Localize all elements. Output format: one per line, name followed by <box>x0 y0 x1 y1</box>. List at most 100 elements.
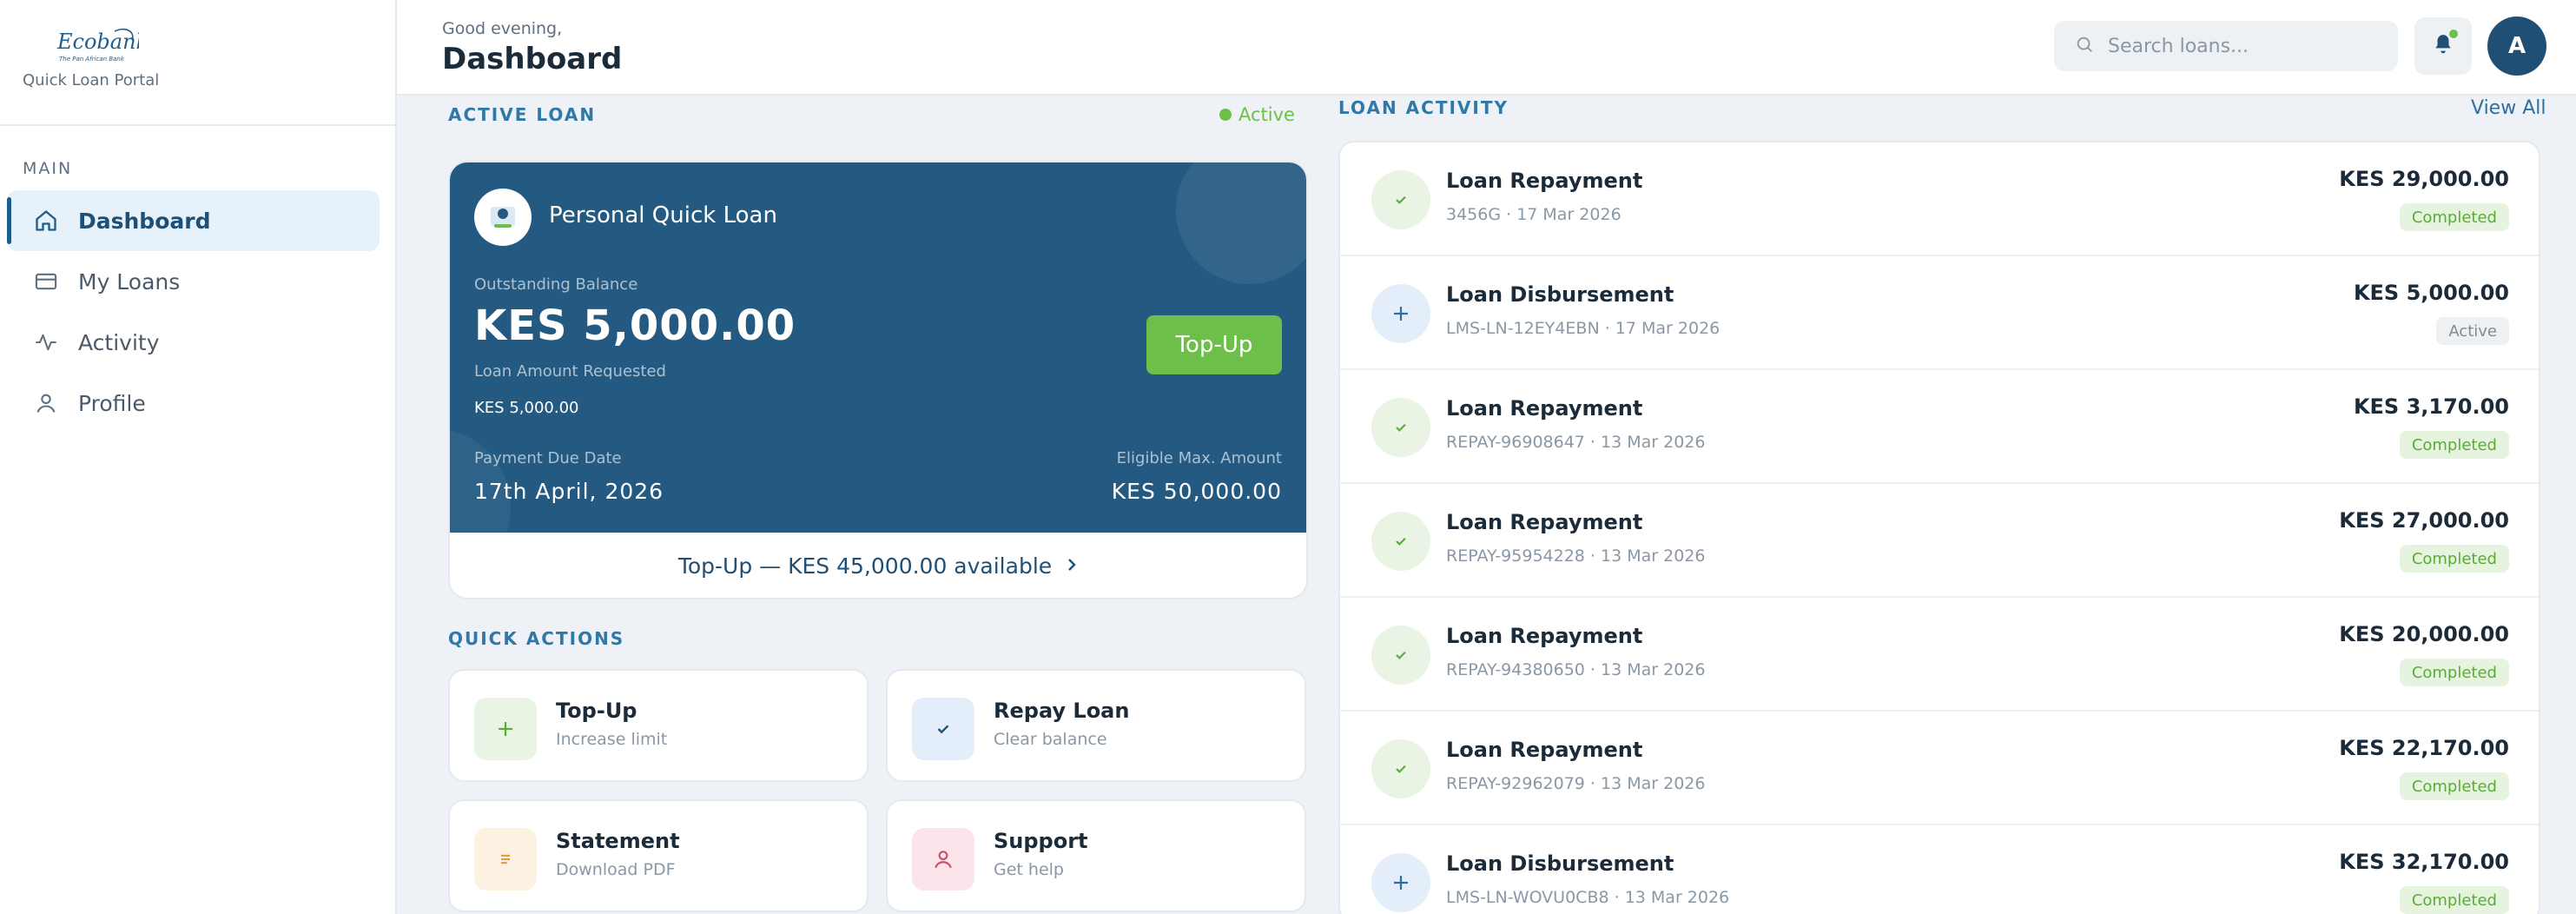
quick-action-top-up[interactable]: Top-Up Increase limit <box>448 669 869 782</box>
activity-title: Loan Repayment <box>1446 396 1643 421</box>
outstanding-balance-label: Outstanding Balance <box>474 275 638 294</box>
svg-text:The Pan African Bank: The Pan African Bank <box>59 56 125 63</box>
activity-icon <box>33 329 59 355</box>
quick-action-repay-loan[interactable]: Repay Loan Clear balance <box>886 669 1306 782</box>
activity-amount: KES 32,170.00 <box>2339 850 2509 874</box>
list-item[interactable]: Loan Repayment 3456G · 17 Mar 2026 KES 2… <box>1340 142 2539 256</box>
status-badge: Active <box>2436 317 2509 345</box>
eligible-amount-value: KES 50,000.00 <box>1111 479 1282 504</box>
activity-title: Loan Disbursement <box>1446 282 1674 307</box>
view-all-link[interactable]: View All <box>2471 97 2546 119</box>
avatar[interactable]: A <box>2487 17 2546 76</box>
activity-reference: REPAY-92962079 · 13 Mar 2026 <box>1446 774 1706 793</box>
loan-name: Personal Quick Loan <box>549 202 777 228</box>
quick-action-title: Top-Up <box>556 699 637 723</box>
quick-action-title: Repay Loan <box>994 699 1130 723</box>
quick-actions-section-label: QUICK ACTIONS <box>448 628 625 649</box>
chevron-right-icon <box>1066 553 1078 579</box>
sidebar-item-profile[interactable]: Profile <box>7 373 380 434</box>
portal-name: Quick Loan Portal <box>23 71 160 89</box>
search-box[interactable] <box>2054 21 2398 71</box>
check-icon <box>912 698 974 760</box>
activity-amount: KES 20,000.00 <box>2339 622 2509 646</box>
requested-amount-value: KES 5,000.00 <box>474 399 579 417</box>
outstanding-balance-value: KES 5,000.00 <box>474 301 796 350</box>
sidebar-item-activity[interactable]: Activity <box>7 312 380 373</box>
loan-type-icon <box>474 189 532 246</box>
top-up-button[interactable]: Top-Up <box>1146 315 1282 374</box>
plus-icon <box>1371 284 1430 343</box>
person-icon <box>912 828 974 891</box>
notifications-button[interactable] <box>2414 17 2472 75</box>
check-icon <box>1371 739 1430 798</box>
activity-title: Loan Repayment <box>1446 510 1643 534</box>
requested-amount-label: Loan Amount Requested <box>474 362 666 381</box>
quick-action-subtitle: Download PDF <box>556 860 676 879</box>
activity-amount: KES 22,170.00 <box>2339 736 2509 760</box>
sidebar-item-dashboard[interactable]: Dashboard <box>7 190 380 251</box>
quick-action-title: Support <box>994 829 1088 853</box>
activity-amount: KES 27,000.00 <box>2339 508 2509 533</box>
activity-reference: LMS-LN-WOVU0CB8 · 13 Mar 2026 <box>1446 888 1730 907</box>
quick-action-title: Statement <box>556 829 680 853</box>
top-up-available-link[interactable]: Top-Up — KES 45,000.00 available <box>450 533 1306 598</box>
check-icon <box>1371 398 1430 457</box>
status-badge: Completed <box>2399 772 2509 800</box>
notification-dot <box>2449 30 2458 38</box>
plus-icon <box>474 698 537 760</box>
list-item[interactable]: Loan Disbursement LMS-LN-WOVU0CB8 · 13 M… <box>1340 825 2539 914</box>
check-icon <box>1371 626 1430 685</box>
loan-activity-section-label: LOAN ACTIVITY <box>1338 97 1509 118</box>
plus-icon <box>1371 853 1430 912</box>
status-badge: Completed <box>2399 659 2509 686</box>
active-loan-section-label: ACTIVE LOAN <box>448 104 597 125</box>
quick-action-subtitle: Clear balance <box>994 730 1107 749</box>
sidebar-item-my-loans[interactable]: My Loans <box>7 251 380 312</box>
activity-title: Loan Repayment <box>1446 738 1643 762</box>
sidebar-nav: Dashboard My Loans Activity Profile <box>0 190 395 434</box>
top-header: Good evening, Dashboard A <box>397 0 2576 96</box>
brand-area: Ecobank The Pan African Bank Quick Loan … <box>0 0 395 126</box>
user-icon <box>33 390 59 416</box>
sidebar: Ecobank The Pan African Bank Quick Loan … <box>0 0 397 914</box>
sidebar-item-label: Dashboard <box>78 208 211 234</box>
card-icon <box>33 268 59 295</box>
loan-card-summary: Personal Quick Loan Outstanding Balance … <box>450 162 1306 533</box>
quick-action-support[interactable]: Support Get help <box>886 799 1306 912</box>
nav-section-label: MAIN <box>23 159 73 178</box>
search-input[interactable] <box>2108 35 2386 57</box>
loan-activity-list: Loan Repayment 3456G · 17 Mar 2026 KES 2… <box>1338 141 2540 914</box>
quick-action-subtitle: Get help <box>994 860 1064 879</box>
loan-status: Active <box>1219 104 1295 125</box>
activity-title: Loan Repayment <box>1446 169 1643 193</box>
list-item[interactable]: Loan Disbursement LMS-LN-12EY4EBN · 17 M… <box>1340 256 2539 370</box>
list-item[interactable]: Loan Repayment REPAY-94380650 · 13 Mar 2… <box>1340 598 2539 712</box>
activity-title: Loan Disbursement <box>1446 851 1674 876</box>
status-badge: Completed <box>2399 203 2509 231</box>
quick-action-statement[interactable]: Statement Download PDF <box>448 799 869 912</box>
status-badge: Completed <box>2399 431 2509 459</box>
ecobank-logo[interactable]: Ecobank The Pan African Bank <box>56 26 139 64</box>
loan-status-text: Active <box>1238 104 1295 125</box>
sidebar-item-label: Profile <box>78 390 146 416</box>
active-loan-card: Personal Quick Loan Outstanding Balance … <box>448 161 1308 599</box>
activity-title: Loan Repayment <box>1446 624 1643 648</box>
sidebar-item-label: Activity <box>78 329 160 355</box>
activity-reference: 3456G · 17 Mar 2026 <box>1446 205 1622 224</box>
check-icon <box>1371 512 1430 571</box>
activity-reference: LMS-LN-12EY4EBN · 17 Mar 2026 <box>1446 319 1721 338</box>
list-item[interactable]: Loan Repayment REPAY-92962079 · 13 Mar 2… <box>1340 712 2539 825</box>
activity-reference: REPAY-96908647 · 13 Mar 2026 <box>1446 433 1706 452</box>
home-icon <box>33 208 59 234</box>
due-date-value: 17th April, 2026 <box>474 479 664 504</box>
list-item[interactable]: Loan Repayment REPAY-96908647 · 13 Mar 2… <box>1340 370 2539 484</box>
activity-amount: KES 29,000.00 <box>2339 167 2509 191</box>
top-up-available-text: Top-Up — KES 45,000.00 available <box>677 553 1053 579</box>
due-date-label: Payment Due Date <box>474 449 622 467</box>
greeting-text: Good evening, <box>442 19 563 38</box>
document-icon <box>474 828 537 891</box>
activity-amount: KES 3,170.00 <box>2353 394 2509 419</box>
activity-reference: REPAY-94380650 · 13 Mar 2026 <box>1446 660 1706 679</box>
decorative-circle <box>1176 162 1306 284</box>
list-item[interactable]: Loan Repayment REPAY-95954228 · 13 Mar 2… <box>1340 484 2539 598</box>
